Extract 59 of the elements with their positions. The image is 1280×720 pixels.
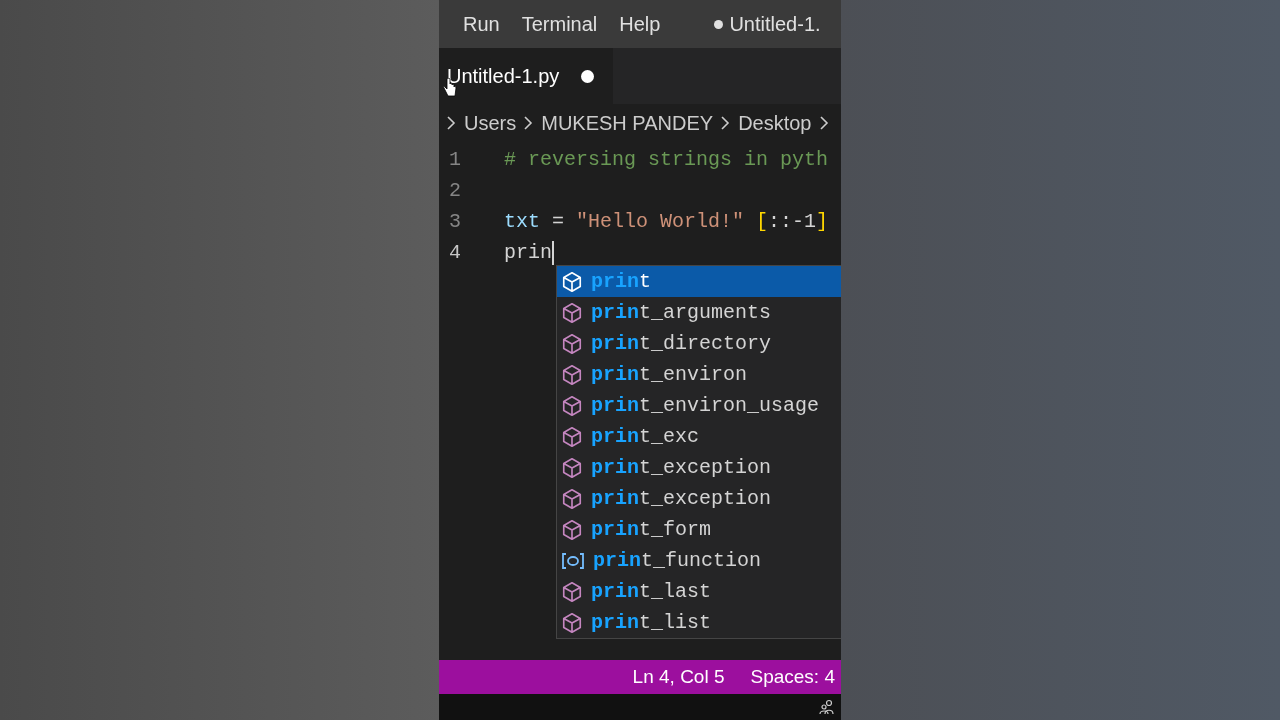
suggestion-item[interactable]: print_environ [557,359,841,390]
breadcrumb-item[interactable]: Users [464,108,517,138]
accounts-icon[interactable] [819,699,835,715]
suggestion-label: print_list [591,609,712,636]
cube-icon [561,301,583,324]
suggestion-item[interactable]: print_arguments [557,297,841,328]
suggestion-label: print_exception [591,454,772,481]
suggestion-label: print_exception [591,485,772,512]
suggestion-item[interactable]: print_exception [557,483,841,514]
cube-icon [561,332,583,355]
breadcrumb-item[interactable]: Desktop [738,108,812,138]
line-number: 2 [448,177,462,204]
editor-tab[interactable]: Untitled-1.py [439,48,613,104]
suggestion-label: print_environ_usage [591,392,820,419]
code-line: txt = "Hello World!" [::-1] [504,208,829,235]
tab-label: Untitled-1.py [447,64,560,89]
cube-icon [561,487,583,510]
cube-icon [561,456,583,479]
line-number: 4 [448,239,462,266]
cube-icon [561,425,583,448]
code-line: # reversing strings in pyth [504,146,829,173]
menu-item[interactable]: Run [463,9,500,39]
window-title: Untitled-1. [729,12,821,37]
suggestion-label: print_last [591,578,712,605]
chevron-icon [721,115,731,131]
suggestion-label: print_environ [591,361,748,388]
suggestion-item[interactable]: print_function [557,545,841,576]
cube-icon [561,394,583,417]
cube-icon [561,270,583,293]
suggestion-item[interactable]: print_list [557,607,841,638]
status-item[interactable]: Spaces: 4 [750,662,835,692]
chevron-icon [524,115,534,131]
suggestion-label: print_arguments [591,299,772,326]
chevron-icon [819,115,829,131]
suggestion-item[interactable]: print_last [557,576,841,607]
suggestion-label: print_function [593,547,762,574]
menu-item[interactable]: Help [619,9,661,39]
line-number: 3 [448,208,462,235]
suggestion-item[interactable]: print [557,266,841,297]
breadcrumb-item[interactable]: MUKESH PANDEY [541,108,714,138]
cube-icon [561,518,583,541]
code-line: prin [504,237,554,268]
suggestion-item[interactable]: print_environ_usage [557,390,841,421]
suggestion-label: print_form [591,516,712,543]
menu-item[interactable]: Terminal [521,9,598,39]
suggestion-label: print_directory [591,330,772,357]
cube-icon [561,580,583,603]
cube-icon [561,611,583,634]
suggestion-item[interactable]: print_form [557,514,841,545]
chevron-icon [447,115,456,131]
variable-icon [561,551,585,570]
suggestion-item[interactable]: print_exc [557,421,841,452]
suggestion-item[interactable]: print_exception [557,452,841,483]
suggestion-label: print [591,268,652,295]
cube-icon [561,363,583,386]
status-item[interactable]: Ln 4, Col 5 [632,662,725,692]
line-number: 1 [448,146,462,173]
suggestion-label: print_exc [591,423,700,450]
suggestion-item[interactable]: print_directory [557,328,841,359]
